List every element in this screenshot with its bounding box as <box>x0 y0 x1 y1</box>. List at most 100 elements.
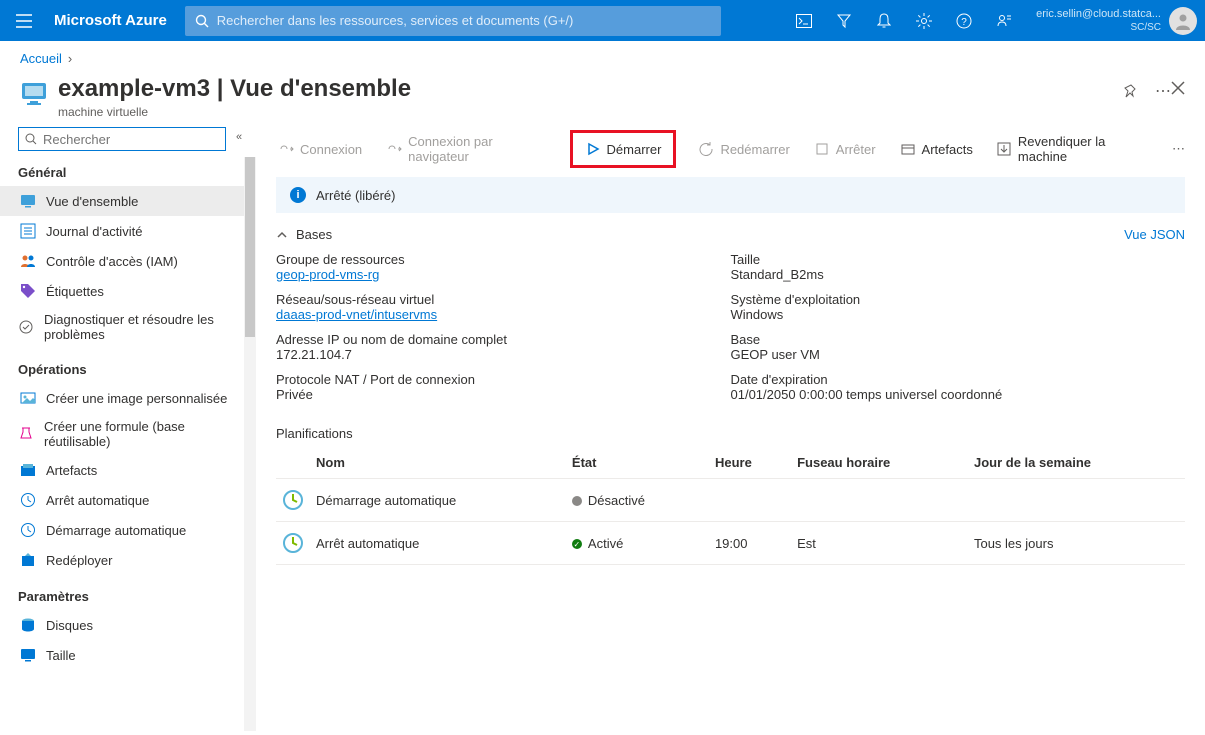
sidebar-section-general: Général <box>18 165 248 180</box>
sidebar-item-size[interactable]: Taille <box>18 640 248 670</box>
connect-button[interactable]: Connexion <box>276 137 364 161</box>
sidebar-item-label: Journal d'activité <box>46 224 142 239</box>
resource-group-link[interactable]: geop-prod-vms-rg <box>276 267 379 282</box>
cell-state: Activé <box>588 536 623 551</box>
cell-dow <box>968 479 1185 522</box>
prop-label: Adresse IP ou nom de domaine complet <box>276 332 731 347</box>
sidebar-item-disks[interactable]: Disques <box>18 610 248 640</box>
sidebar-search[interactable] <box>18 127 226 151</box>
restart-button[interactable]: Redémarrer <box>696 137 791 161</box>
search-icon <box>25 133 37 145</box>
sidebar-search-input[interactable] <box>43 132 219 147</box>
brand-label[interactable]: Microsoft Azure <box>48 12 181 29</box>
pin-button[interactable] <box>1123 84 1137 98</box>
schedules-title: Planifications <box>276 426 1185 441</box>
col-tz: Fuseau horaire <box>791 447 968 479</box>
toolbar-label: Démarrer <box>607 142 662 157</box>
close-blade-button[interactable] <box>1171 81 1185 95</box>
page-header: example-vm3 | Vue d'ensemble machine vir… <box>0 75 1205 127</box>
feedback-button[interactable] <box>984 0 1024 41</box>
col-time: Heure <box>709 447 791 479</box>
avatar-icon <box>1174 12 1192 30</box>
sidebar-item-label: Vue d'ensemble <box>46 194 138 209</box>
browser-connect-button[interactable]: Connexion par navigateur <box>384 130 549 168</box>
sidebar-scrollbar[interactable] <box>244 157 256 731</box>
bases-title: Bases <box>296 227 332 242</box>
sidebar-item-activity-log[interactable]: Journal d'activité <box>18 216 248 246</box>
notifications-button[interactable] <box>864 0 904 41</box>
disk-icon <box>20 617 36 633</box>
prop-label: Date d'expiration <box>731 372 1186 387</box>
table-row[interactable]: Arrêt automatique ✓Activé 19:00 Est Tous… <box>276 522 1185 565</box>
sidebar: « Général Vue d'ensemble Journal d'activ… <box>0 127 256 731</box>
clock-icon <box>20 492 36 508</box>
resource-name: example-vm3 <box>58 75 210 102</box>
collapse-sidebar-button[interactable]: « <box>236 131 242 143</box>
sidebar-item-tags[interactable]: Étiquettes <box>18 276 248 306</box>
breadcrumb: Accueil › <box>0 41 1205 75</box>
json-view-link[interactable]: Vue JSON <box>1124 227 1185 242</box>
gear-icon <box>916 13 932 29</box>
sidebar-item-auto-shutdown[interactable]: Arrêt automatique <box>18 485 248 515</box>
prop-value: Windows <box>731 307 1186 322</box>
sidebar-item-label: Diagnostiquer et résoudre les problèmes <box>44 312 224 342</box>
cloud-shell-icon <box>796 14 812 28</box>
sidebar-item-auto-start[interactable]: Démarrage automatique <box>18 515 248 545</box>
topbar: Microsoft Azure ? eric.sellin@cloud.stat… <box>0 0 1205 41</box>
prop-label: Taille <box>731 252 1186 267</box>
diagnose-icon <box>18 319 34 335</box>
prop-label: Groupe de ressources <box>276 252 731 267</box>
hamburger-menu-button[interactable] <box>0 0 48 41</box>
stop-icon <box>814 141 830 157</box>
schedule-icon <box>282 532 304 554</box>
sidebar-item-create-formula[interactable]: Créer une formule (base réutilisable) <box>18 413 248 455</box>
help-button[interactable]: ? <box>944 0 984 41</box>
stop-button[interactable]: Arrêter <box>812 137 878 161</box>
claim-button[interactable]: Revendiquer la machine <box>995 130 1152 168</box>
global-search[interactable] <box>185 6 721 36</box>
sidebar-item-artefacts[interactable]: Artefacts <box>18 455 248 485</box>
sidebar-item-iam[interactable]: Contrôle d'accès (IAM) <box>18 246 248 276</box>
more-actions-button[interactable]: ⋯ <box>1155 81 1171 101</box>
formula-icon <box>18 426 34 442</box>
resource-type: machine virtuelle <box>58 105 1113 119</box>
claim-icon <box>997 141 1012 157</box>
toolbar-label: Revendiquer la machine <box>1018 134 1150 164</box>
artefacts-icon <box>900 141 916 157</box>
collapse-bases-button[interactable] <box>276 229 288 241</box>
artefacts-button[interactable]: Artefacts <box>898 137 975 161</box>
sidebar-item-label: Artefacts <box>46 463 97 478</box>
breadcrumb-home[interactable]: Accueil <box>20 51 62 66</box>
prop-value: 172.21.104.7 <box>276 347 731 362</box>
sidebar-item-label: Disques <box>46 618 93 633</box>
sidebar-item-overview[interactable]: Vue d'ensemble <box>0 186 256 216</box>
global-search-input[interactable] <box>217 13 711 28</box>
filter-button[interactable] <box>824 0 864 41</box>
col-name: Nom <box>310 447 566 479</box>
table-row[interactable]: Démarrage automatique Désactivé <box>276 479 1185 522</box>
filter-icon <box>836 13 852 29</box>
vnet-link[interactable]: daaas-prod-vnet/intuservms <box>276 307 437 322</box>
user-account-button[interactable]: eric.sellin@cloud.statca... SC/SC <box>1024 7 1205 35</box>
artefacts-icon <box>20 462 36 478</box>
cloud-shell-button[interactable] <box>784 0 824 41</box>
state-disabled-icon <box>572 496 582 506</box>
sidebar-item-diagnose[interactable]: Diagnostiquer et résoudre les problèmes <box>18 306 248 348</box>
settings-button[interactable] <box>904 0 944 41</box>
close-icon <box>1171 81 1185 95</box>
restart-icon <box>698 141 714 157</box>
user-email: eric.sellin@cloud.statca... <box>1036 8 1161 21</box>
toolbar-more-button[interactable]: ⋯ <box>1172 141 1185 157</box>
sidebar-section-operations: Opérations <box>18 362 248 377</box>
hamburger-icon <box>16 14 32 28</box>
start-button[interactable]: Démarrer <box>583 137 664 161</box>
sidebar-item-create-image[interactable]: Créer une image personnalisée <box>18 383 248 413</box>
main-pane: Connexion Connexion par navigateur Démar… <box>256 127 1205 731</box>
help-icon: ? <box>956 13 972 29</box>
cell-dow: Tous les jours <box>968 522 1185 565</box>
vm-icon <box>20 193 36 209</box>
page-title: example-vm3 | Vue d'ensemble <box>58 75 1113 103</box>
search-icon <box>195 14 209 28</box>
sidebar-item-label: Démarrage automatique <box>46 523 186 538</box>
sidebar-item-redeploy[interactable]: Redéployer <box>18 545 248 575</box>
